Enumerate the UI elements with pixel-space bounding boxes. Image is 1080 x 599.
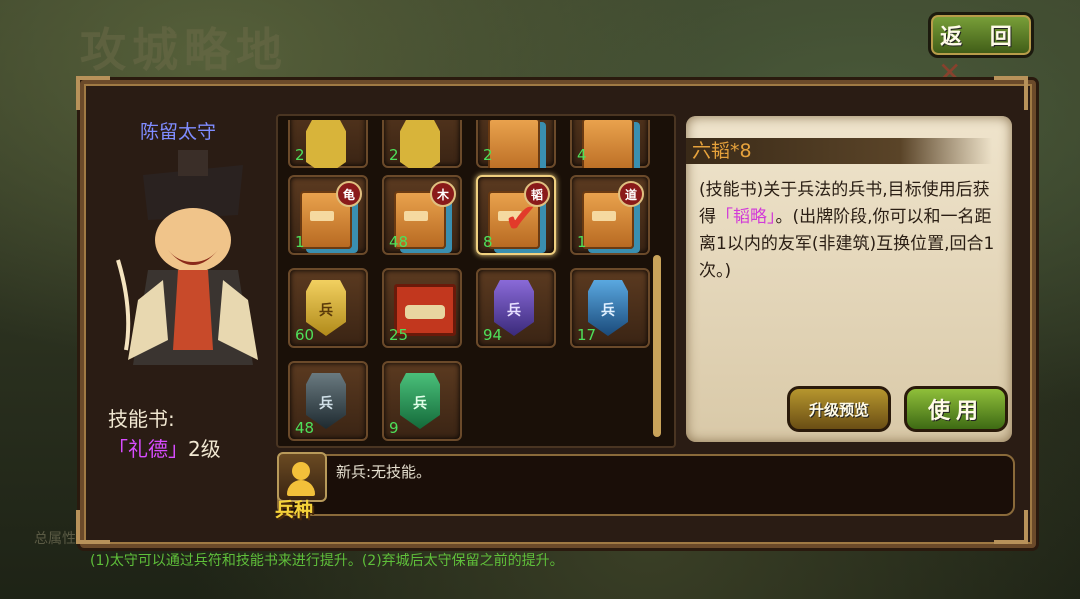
item-count: 48 (295, 419, 315, 437)
item-count: 8 (483, 233, 493, 251)
green-soldier-token-icon: 兵 (400, 373, 440, 429)
item-count: 94 (483, 326, 503, 344)
book-tag: 木 (430, 181, 456, 207)
unit-description: 新兵:无技能。 (336, 463, 432, 481)
use-button[interactable]: 使用 (904, 386, 1008, 432)
inventory-scrollbar[interactable] (653, 255, 661, 437)
inventory-slot[interactable]: 兵 94 (476, 268, 556, 348)
background-title: 攻城略地 (80, 23, 288, 77)
skill-book-icon (488, 120, 540, 168)
item-count: 2 (389, 146, 399, 164)
item-count: 9 (389, 419, 399, 437)
item-count: 2 (295, 146, 305, 164)
item-title: 六韬*8 (686, 138, 992, 164)
item-count: 2 (483, 146, 493, 164)
skill-name: 「礼德」 (108, 437, 188, 461)
skill-book-icon (582, 120, 634, 168)
item-count: 1 (577, 233, 587, 251)
inventory-slot[interactable]: 龟 1 (288, 175, 368, 255)
inventory-slot[interactable]: 兵 60 (288, 268, 368, 348)
skill-highlight: 「韬略」 (716, 207, 776, 227)
inventory-slot[interactable]: 25 (382, 268, 462, 348)
checkmark-icon: ✔ (504, 196, 538, 242)
soldier-token-icon (400, 120, 440, 168)
inventory-slot[interactable]: 道 1 (570, 175, 650, 255)
item-count: 60 (295, 326, 315, 344)
inventory-slot[interactable]: 兵 48 (288, 361, 368, 441)
skill-book-label: 技能书: (108, 407, 175, 431)
total-attributes-label: 总属性 (34, 531, 76, 547)
book-tag: 道 (618, 181, 644, 207)
unit-type-label: 兵种 (275, 499, 314, 521)
item-count: 17 (577, 326, 597, 344)
frame-corner (76, 510, 110, 544)
inventory-slot[interactable]: 兵 9 (382, 361, 462, 441)
hero-portrait (116, 150, 258, 365)
item-count: 1 (295, 233, 305, 251)
skill-info: 「礼德」2级 (108, 433, 221, 462)
frame-corner (76, 76, 110, 110)
item-count: 4 (577, 146, 587, 164)
inventory-slot[interactable]: 木 48 (382, 175, 462, 255)
item-count: 25 (389, 326, 409, 344)
hero-name: 陈留太守 (140, 121, 217, 143)
back-button[interactable]: 返 回 (928, 12, 1034, 58)
inventory-slot-selected[interactable]: 韬 ✔ 8 (476, 175, 556, 255)
soldier-token-icon (306, 120, 346, 168)
inventory-slot[interactable]: 兵 17 (570, 268, 650, 348)
skill-level: 2级 (188, 437, 221, 461)
item-count: 48 (389, 233, 409, 251)
footer-note: (1)太守可以通过兵符和技能书来进行提升。(2)弃城后太守保留之前的提升。 (90, 553, 564, 569)
item-description: (技能书)关于兵法的兵书,目标使用后获得「韬略」。(出牌阶段,你可以和一名距离1… (699, 180, 995, 281)
upgrade-preview-button[interactable]: 升级预览 (787, 386, 891, 432)
book-tag: 龟 (336, 181, 362, 207)
frame-corner (994, 76, 1028, 110)
